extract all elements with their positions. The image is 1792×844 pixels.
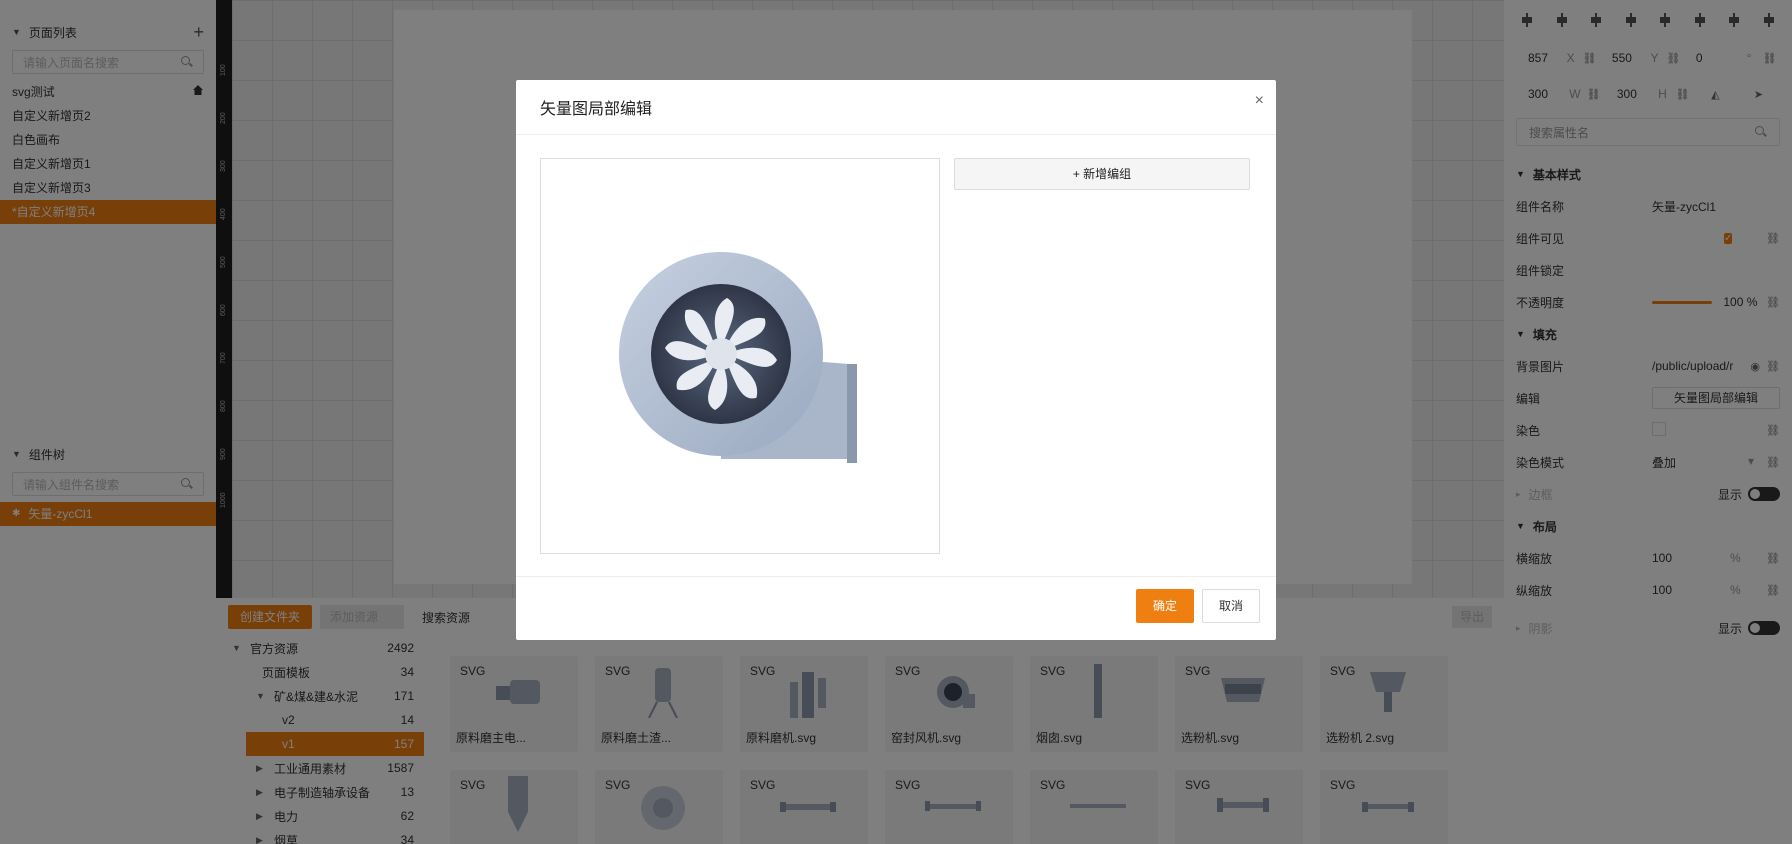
cancel-button[interactable]: 取消 <box>1202 589 1260 623</box>
vector-edit-modal: 矢量图局部编辑 × + 新增编组 确定 取消 <box>516 80 1276 640</box>
vector-preview[interactable] <box>540 158 940 554</box>
confirm-button[interactable]: 确定 <box>1136 589 1194 623</box>
close-icon[interactable]: × <box>1255 92 1264 110</box>
fan-svg-image[interactable] <box>541 159 939 553</box>
add-group-button[interactable]: + 新增编组 <box>954 158 1250 190</box>
modal-header: 矢量图局部编辑 <box>516 80 1276 135</box>
modal-footer: 确定 取消 <box>516 576 1276 640</box>
modal-title: 矢量图局部编辑 <box>540 101 653 118</box>
